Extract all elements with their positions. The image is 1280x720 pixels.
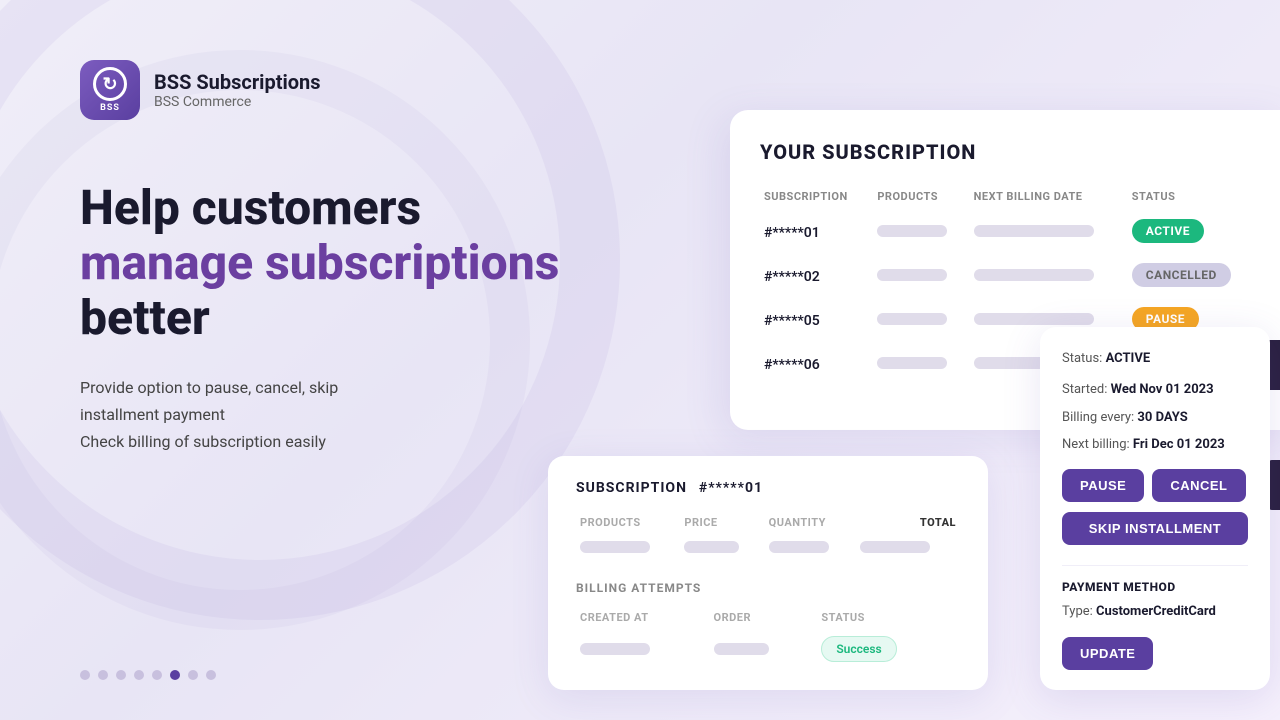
- success-badge: Success: [821, 636, 896, 662]
- sub-id-1: #*****01: [764, 225, 820, 241]
- divider: [1062, 565, 1248, 566]
- dot-1[interactable]: [80, 670, 90, 680]
- col-created-at: CREATED AT: [576, 607, 710, 628]
- sub-id-2: #*****02: [764, 269, 820, 285]
- placeholder-bar: [877, 225, 947, 237]
- started-label: Started:: [1062, 382, 1107, 397]
- billing-every-row: Billing every: 30 DAYS: [1062, 408, 1248, 428]
- next-billing-row: Next billing: Fri Dec 01 2023: [1062, 435, 1248, 455]
- dot-5[interactable]: [152, 670, 162, 680]
- type-label: Type:: [1062, 604, 1093, 619]
- logo-bss-label: BSS: [100, 103, 120, 113]
- next-billing-label: Next billing:: [1062, 437, 1130, 452]
- sub-id-3: #*****05: [764, 313, 820, 329]
- started-row: Started: Wed Nov 01 2023: [1062, 380, 1248, 400]
- hero-desc: Provide option to pause, cancel, skip in…: [80, 374, 660, 456]
- detail-table-row: [576, 533, 960, 561]
- pagination-dots: [80, 670, 216, 680]
- logo-area: BSS BSS Subscriptions BSS Commerce: [80, 60, 321, 120]
- hero-purple: manage subscriptions: [80, 234, 559, 291]
- skip-row: SKIP INSTALLMENT: [1062, 512, 1248, 555]
- logo-icon-inner: [93, 67, 127, 101]
- col-price: PRICE: [680, 512, 764, 533]
- info-card: Status: ACTIVE Started: Wed Nov 01 2023 …: [1040, 327, 1270, 691]
- pause-button[interactable]: PAUSE: [1062, 469, 1144, 502]
- logo-icon: BSS: [80, 60, 140, 120]
- placeholder-bar: [974, 269, 1094, 281]
- col-billing-status: STATUS: [817, 607, 960, 628]
- dot-4[interactable]: [134, 670, 144, 680]
- billing-table-row: Success: [576, 628, 960, 670]
- hero-line2: better: [80, 289, 210, 346]
- detail-header: SUBSCRIPTION #*****01: [576, 480, 960, 496]
- col-products: PRODUCTS: [576, 512, 680, 533]
- billing-table: CREATED AT ORDER STATUS Success: [576, 607, 960, 670]
- detail-table: PRODUCTS PRICE QUANTITY TOTAL: [576, 512, 960, 561]
- placeholder-bar: [974, 225, 1094, 237]
- status-badge-cancelled: CANCELLED: [1132, 263, 1231, 287]
- placeholder-bar: [684, 541, 739, 553]
- type-value: CustomerCreditCard: [1096, 604, 1216, 619]
- dot-7[interactable]: [188, 670, 198, 680]
- col-order: ORDER: [710, 607, 818, 628]
- hero-desc3: Check billing of subscription easily: [80, 432, 326, 451]
- billing-value: 30 DAYS: [1137, 410, 1187, 425]
- status-label: Status:: [1062, 351, 1102, 366]
- col-status: STATUS: [1128, 184, 1260, 209]
- table-row[interactable]: #*****02 CANCELLED: [760, 253, 1260, 297]
- started-value: Wed Nov 01 2023: [1111, 382, 1214, 397]
- subscription-detail-card: SUBSCRIPTION #*****01 PRODUCTS PRICE QUA…: [548, 456, 988, 690]
- billing-section-title: BILLING ATTEMPTS: [576, 581, 960, 595]
- cancel-button[interactable]: CANCEL: [1152, 469, 1245, 502]
- placeholder-bar: [877, 357, 947, 369]
- app-title: BSS Subscriptions: [154, 70, 321, 94]
- hero-desc2: installment payment: [80, 405, 225, 424]
- hero-line1: Help customers: [80, 179, 421, 236]
- placeholder-bar: [580, 541, 650, 553]
- skip-installment-button[interactable]: SKIP INSTALLMENT: [1062, 512, 1248, 545]
- hero-desc1: Provide option to pause, cancel, skip: [80, 378, 338, 397]
- dot-8[interactable]: [206, 670, 216, 680]
- status-badge-active: ACTIVE: [1132, 219, 1204, 243]
- detail-sub-id: #*****01: [699, 480, 763, 496]
- col-quantity: QUANTITY: [765, 512, 856, 533]
- placeholder-bar: [974, 313, 1094, 325]
- logo-text-area: BSS Subscriptions BSS Commerce: [154, 70, 321, 110]
- table-row[interactable]: #*****01 ACTIVE: [760, 209, 1260, 253]
- placeholder-bar: [877, 313, 947, 325]
- panel-title: YOUR SUBSCRIPTION: [760, 140, 1260, 164]
- type-row: Type: CustomerCreditCard: [1062, 602, 1248, 622]
- col-products: PRODUCTS: [873, 184, 969, 209]
- billing-label: Billing every:: [1062, 410, 1134, 425]
- status-value: ACTIVE: [1106, 351, 1151, 366]
- col-subscription: SUBSCRIPTION: [760, 184, 873, 209]
- payment-section-title: PAYMENT METHOD: [1062, 580, 1248, 594]
- status-row: Status: ACTIVE: [1062, 349, 1248, 369]
- col-billing: NEXT BILLING DATE: [970, 184, 1128, 209]
- update-button[interactable]: UPDATE: [1062, 637, 1153, 670]
- placeholder-bar: [860, 541, 930, 553]
- hero-area: Help customers manage subscriptions bett…: [80, 180, 660, 455]
- detail-label: SUBSCRIPTION: [576, 480, 687, 496]
- placeholder-bar: [714, 643, 769, 655]
- sub-id-4: #*****06: [764, 357, 820, 373]
- pause-cancel-row: PAUSE CANCEL: [1062, 469, 1248, 502]
- placeholder-bar: [769, 541, 829, 553]
- dot-2[interactable]: [98, 670, 108, 680]
- hero-heading: Help customers manage subscriptions bett…: [80, 180, 660, 346]
- app-subtitle: BSS Commerce: [154, 94, 321, 110]
- dot-6[interactable]: [170, 670, 180, 680]
- placeholder-bar: [877, 269, 947, 281]
- dot-3[interactable]: [116, 670, 126, 680]
- col-total: TOTAL: [856, 512, 960, 533]
- next-billing-value: Fri Dec 01 2023: [1133, 437, 1225, 452]
- placeholder-bar: [580, 643, 650, 655]
